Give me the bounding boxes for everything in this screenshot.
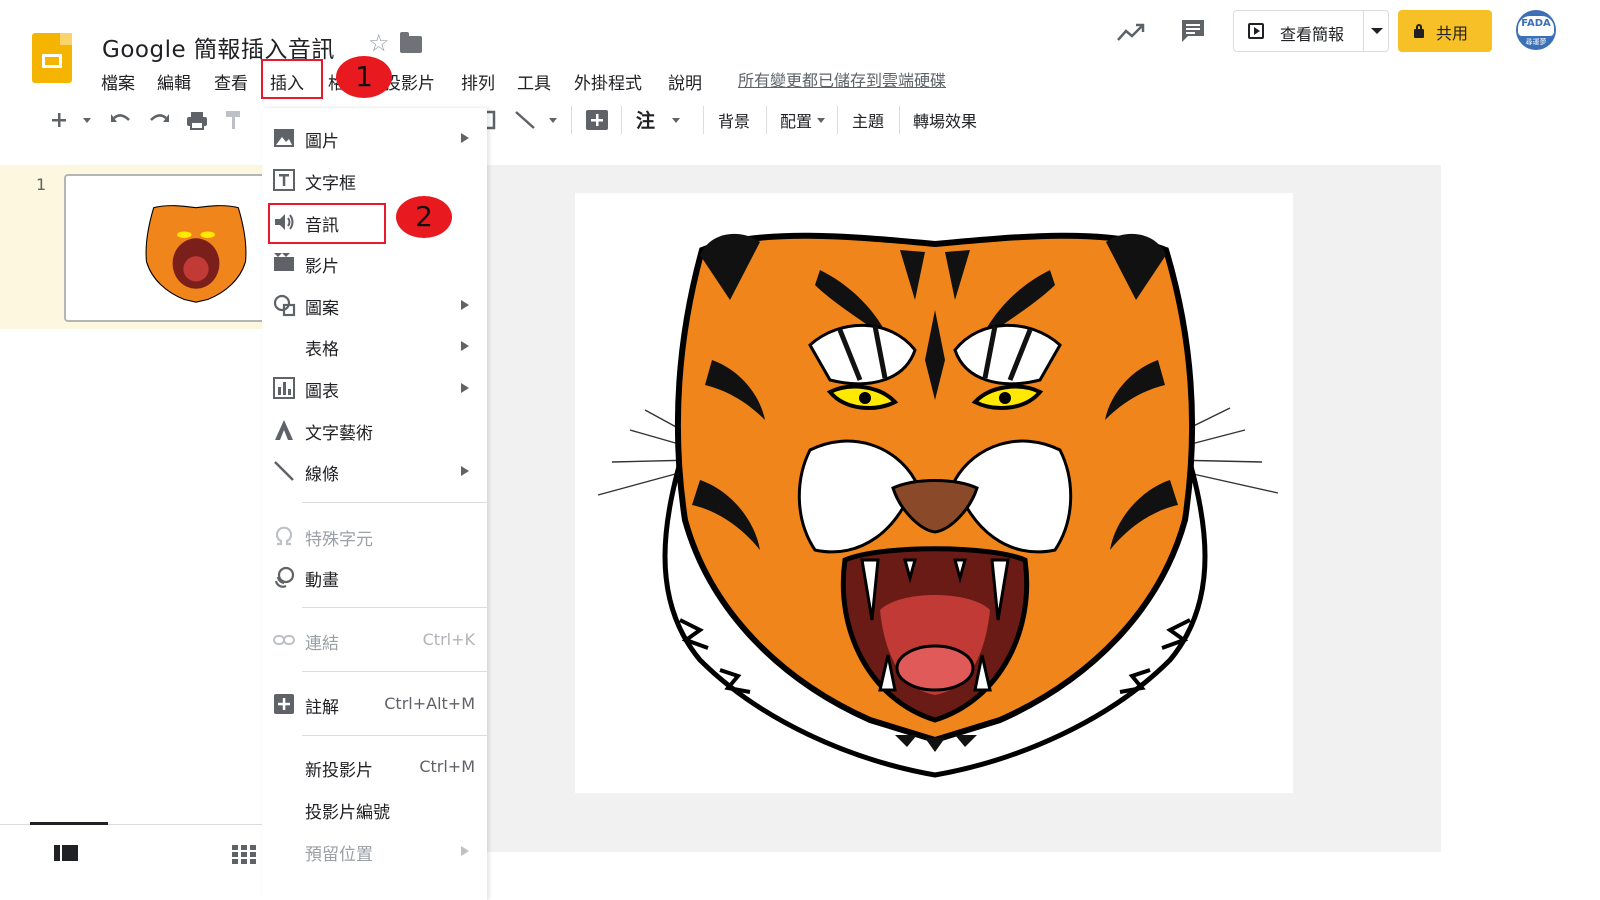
menu-item-image[interactable]: 圖片	[262, 120, 487, 156]
text-box-icon	[273, 169, 295, 191]
new-slide-caret-icon[interactable]	[83, 118, 91, 123]
avatar-text: FADA	[1521, 18, 1551, 29]
comment-icon[interactable]	[1180, 18, 1206, 44]
menu-item-chart[interactable]: 圖表	[262, 370, 487, 406]
comment-tool-caret-icon[interactable]	[672, 118, 680, 123]
present-button[interactable]: 查看簡報	[1233, 10, 1389, 52]
avatar[interactable]: FADA 尋運夢	[1516, 10, 1556, 50]
menu-item-text-box[interactable]: 文字框	[262, 162, 487, 198]
menu-item-new-slide-shortcut: Ctrl+M	[419, 757, 475, 776]
menu-file[interactable]: 檔案	[101, 69, 135, 94]
menu-item-video-label: 影片	[305, 257, 339, 277]
menu-item-text-box-label: 文字框	[305, 174, 356, 194]
step-1-callout: 1	[336, 56, 392, 98]
submenu-arrow-icon	[461, 383, 469, 393]
transition-button[interactable]: 轉場效果	[913, 108, 977, 132]
add-comment-icon	[274, 694, 294, 714]
submenu-arrow-icon	[461, 341, 469, 351]
submenu-arrow-icon	[461, 466, 469, 476]
layout-button[interactable]: 配置	[780, 108, 812, 132]
menu-view[interactable]: 查看	[214, 69, 248, 94]
animation-icon	[274, 566, 295, 588]
folder-icon[interactable]	[400, 32, 422, 53]
menu-item-link-shortcut: Ctrl+K	[422, 630, 475, 649]
word-art-icon	[275, 420, 293, 440]
print-icon[interactable]	[184, 108, 210, 132]
submenu-arrow-icon	[461, 846, 469, 856]
submenu-arrow-icon	[461, 300, 469, 310]
menu-help[interactable]: 說明	[668, 69, 702, 94]
comment-tool-label[interactable]: 注	[636, 106, 655, 133]
present-icon	[1248, 23, 1264, 39]
layout-caret-icon[interactable]	[817, 118, 825, 123]
menu-item-comment-shortcut: Ctrl+Alt+M	[384, 694, 475, 713]
present-dropdown-caret-icon[interactable]	[1371, 28, 1383, 34]
menu-item-animation-label: 動畫	[305, 571, 339, 591]
activity-trend-icon[interactable]	[1116, 20, 1146, 44]
paint-format-icon[interactable]	[222, 108, 246, 132]
menu-item-slide-numbers-label: 投影片編號	[305, 803, 390, 823]
line-caret-icon[interactable]	[549, 118, 557, 123]
menu-item-line-label: 線條	[305, 465, 339, 485]
add-comment-icon[interactable]	[584, 108, 610, 132]
menu-item-comment-label: 註解	[305, 698, 339, 718]
grid-view-icon[interactable]	[232, 845, 256, 865]
menu-item-placeholder[interactable]: 預留位置	[262, 833, 487, 869]
line-icon	[274, 461, 294, 481]
menu-tools[interactable]: 工具	[517, 69, 551, 94]
toolbar: 注 背景 配置 主題 轉場效果	[0, 100, 1000, 140]
menu-item-new-slide-label: 新投影片	[305, 761, 373, 781]
menu-item-link[interactable]: 連結 Ctrl+K	[262, 622, 487, 658]
step-2-callout: 2	[396, 196, 452, 238]
menu-item-word-art[interactable]: 文字藝術	[262, 412, 487, 448]
submenu-arrow-icon	[461, 133, 469, 143]
menu-item-slide-numbers[interactable]: 投影片編號	[262, 791, 487, 827]
menu-bar: 檔案 編輯 查看 插入 格 投影片 排列 工具 外掛程式 說明 所有變更都已儲存…	[0, 64, 1000, 94]
lock-icon	[1414, 24, 1424, 38]
theme-button[interactable]: 主題	[852, 108, 884, 132]
menu-item-special-characters[interactable]: 特殊字元	[262, 518, 487, 554]
insert-menu-highlight	[261, 59, 323, 99]
undo-icon[interactable]	[108, 108, 134, 132]
line-icon[interactable]	[512, 108, 538, 132]
menu-item-line[interactable]: 線條	[262, 453, 487, 489]
omega-icon	[275, 526, 293, 546]
menu-item-video[interactable]: 影片	[262, 245, 487, 281]
menu-arrange[interactable]: 排列	[461, 69, 495, 94]
present-label: 查看簡報	[1280, 25, 1345, 44]
new-slide-plus-icon[interactable]	[48, 108, 70, 132]
slide-number: 1	[36, 175, 47, 194]
slide-page[interactable]	[575, 193, 1293, 793]
image-icon	[274, 129, 294, 147]
save-status-link[interactable]: 所有變更都已儲存到雲端硬碟	[738, 67, 946, 91]
share-button[interactable]: 共用	[1398, 10, 1492, 52]
menu-item-new-slide[interactable]: 新投影片 Ctrl+M	[262, 749, 487, 785]
menu-edit[interactable]: 編輯	[157, 69, 191, 94]
menu-item-table[interactable]: 表格	[262, 328, 487, 364]
star-icon[interactable]: ☆	[368, 29, 390, 57]
audio-menu-highlight	[268, 203, 386, 244]
background-button[interactable]: 背景	[718, 108, 750, 132]
tiger-image[interactable]	[575, 193, 1293, 793]
shape-icon	[273, 294, 296, 317]
menu-item-animation[interactable]: 動畫	[262, 559, 487, 595]
menu-item-shape[interactable]: 圖案	[262, 287, 487, 323]
menu-item-image-label: 圖片	[305, 132, 339, 152]
chart-icon	[273, 377, 295, 399]
share-label: 共用	[1436, 24, 1469, 43]
menu-item-special-characters-label: 特殊字元	[305, 530, 373, 550]
redo-icon[interactable]	[146, 108, 172, 132]
menu-item-comment[interactable]: 註解 Ctrl+Alt+M	[262, 686, 487, 722]
menu-item-link-label: 連結	[305, 634, 339, 654]
avatar-subtext: 尋運夢	[1525, 38, 1547, 46]
link-icon	[273, 635, 295, 645]
menu-item-word-art-label: 文字藝術	[305, 424, 373, 444]
menu-addons[interactable]: 外掛程式	[574, 69, 642, 94]
video-icon	[274, 253, 294, 271]
filmstrip-view-icon[interactable]	[54, 845, 78, 865]
menu-item-chart-label: 圖表	[305, 382, 339, 402]
menu-item-table-label: 表格	[305, 340, 339, 360]
menu-item-shape-label: 圖案	[305, 299, 339, 319]
menu-item-placeholder-label: 預留位置	[305, 845, 373, 865]
